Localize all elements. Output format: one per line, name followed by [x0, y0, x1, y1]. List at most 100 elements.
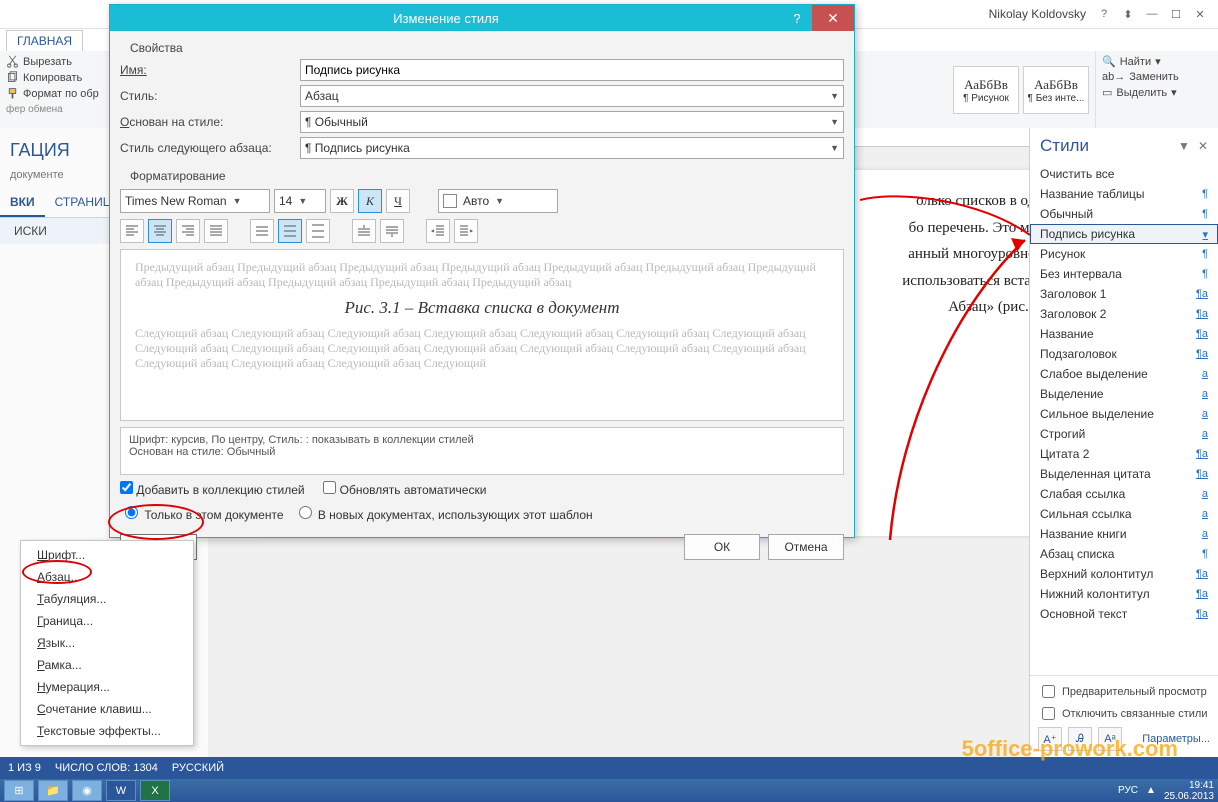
excel-icon[interactable]: X — [140, 780, 170, 801]
ctx-border[interactable]: Граница... — [21, 610, 193, 632]
ctx-numbering[interactable]: Нумерация... — [21, 676, 193, 698]
style-row[interactable]: Заголовок 2¶a — [1030, 304, 1218, 324]
explorer-icon[interactable]: 📁 — [38, 780, 68, 801]
minimize-icon[interactable]: — — [1140, 5, 1164, 23]
next-style-select[interactable]: ¶ Подпись рисунка▼ — [300, 137, 844, 159]
cut-button[interactable]: Вырезать — [6, 55, 114, 68]
dialog-titlebar[interactable]: Изменение стиля ? ✕ — [110, 5, 854, 31]
indent-right-button[interactable] — [454, 219, 478, 243]
italic-button[interactable]: К — [358, 189, 382, 213]
replace-button[interactable]: ab→ Заменить — [1102, 71, 1212, 83]
dialog-close-icon[interactable]: ✕ — [812, 5, 854, 31]
word-window: Nikolay Koldovsky ? ⬍ — ☐ ✕ ГЛАВНАЯ Выре… — [0, 0, 1218, 802]
font-color-select[interactable]: Авто▼ — [438, 189, 558, 213]
disable-linked-checkbox[interactable]: Отключить связанные стили — [1038, 704, 1210, 723]
taskbar: ⊞ 📁 ◉ W X РУС ▲ 19:4125.06.2013 — [0, 779, 1218, 802]
style-row[interactable]: Обычный¶ — [1030, 204, 1218, 224]
tab-home[interactable]: ГЛАВНАЯ — [6, 30, 83, 51]
style-row[interactable]: Верхний колонтитул¶a — [1030, 564, 1218, 584]
ctx-font[interactable]: Шрифт... — [21, 544, 193, 566]
style-row[interactable]: Строгийa — [1030, 424, 1218, 444]
ctx-language[interactable]: Язык... — [21, 632, 193, 654]
ctx-tabs[interactable]: Табуляция... — [21, 588, 193, 610]
language-indicator[interactable]: РУССКИЙ — [172, 762, 224, 774]
editing-group: 🔍 Найти ▾ ab→ Заменить ▭ Выделить ▾ — [1095, 51, 1218, 129]
preview-checkbox[interactable]: Предварительный просмотр — [1038, 682, 1210, 701]
new-docs-radio[interactable]: В новых документах, использующих этот ша… — [294, 503, 593, 522]
only-this-doc-radio[interactable]: Только в этом документе — [120, 503, 284, 522]
bold-button[interactable]: Ж — [330, 189, 354, 213]
indent-left-button[interactable] — [426, 219, 450, 243]
style-row[interactable]: Основной текст¶a — [1030, 604, 1218, 624]
cancel-button[interactable]: Отмена — [768, 534, 844, 560]
style-box-2[interactable]: АаБбВв¶ Без инте... — [1023, 66, 1089, 114]
style-row[interactable]: Название книгиa — [1030, 524, 1218, 544]
style-row[interactable]: Сильная ссылкаa — [1030, 504, 1218, 524]
styles-dropdown-icon[interactable]: ▼ — [1178, 139, 1190, 153]
nav-tab-headings[interactable]: ВКИ — [0, 189, 45, 217]
style-row[interactable]: Выделениеa — [1030, 384, 1218, 404]
styles-close-icon[interactable]: ✕ — [1198, 139, 1208, 153]
based-on-select[interactable]: ¶ Обычный▼ — [300, 111, 844, 133]
spacing-1-button[interactable] — [250, 219, 274, 243]
spacing-3-button[interactable] — [306, 219, 330, 243]
style-row[interactable]: Абзац списка¶ — [1030, 544, 1218, 564]
style-box-1[interactable]: АаБбВв¶ Рисунок — [953, 66, 1019, 114]
name-input[interactable] — [300, 59, 844, 81]
ctx-frame[interactable]: Рамка... — [21, 654, 193, 676]
word-count[interactable]: ЧИСЛО СЛОВ: 1304 — [55, 762, 158, 774]
align-justify-button[interactable] — [204, 219, 228, 243]
align-center-button[interactable] — [148, 219, 172, 243]
ctx-paragraph[interactable]: Абзац... — [21, 566, 193, 588]
styles-pane: Стили ▼✕ Очистить всеНазвание таблицы¶Об… — [1029, 128, 1218, 757]
spacing-2-button[interactable] — [278, 219, 302, 243]
style-row[interactable]: Название таблицы¶ — [1030, 184, 1218, 204]
style-row[interactable]: Без интервала¶ — [1030, 264, 1218, 284]
align-left-button[interactable] — [120, 219, 144, 243]
dialog-help-icon[interactable]: ? — [782, 11, 812, 26]
style-gallery[interactable]: АаБбВв¶ Рисунок АаБбВв¶ Без инте... — [947, 51, 1095, 129]
system-tray[interactable]: РУС ▲ 19:4125.06.2013 — [1118, 780, 1214, 802]
align-right-button[interactable] — [176, 219, 200, 243]
properties-label: Свойства — [120, 35, 844, 55]
select-button[interactable]: ▭ Выделить ▾ — [1102, 86, 1212, 99]
font-size-select[interactable]: 14▼ — [274, 189, 326, 213]
maximize-icon[interactable]: ☐ — [1164, 5, 1188, 23]
style-row[interactable]: Слабое выделениеa — [1030, 364, 1218, 384]
add-to-gallery-checkbox[interactable]: Добавить в коллекцию стилей — [120, 481, 305, 497]
ribbon-toggle-icon[interactable]: ⬍ — [1116, 5, 1140, 23]
auto-update-checkbox[interactable]: Обновлять автоматически — [323, 481, 486, 497]
copy-button[interactable]: Копировать — [6, 71, 114, 84]
style-row[interactable]: Подпись рисунка▾ — [1030, 224, 1218, 244]
style-row[interactable]: Заголовок 1¶a — [1030, 284, 1218, 304]
ok-button[interactable]: ОК — [684, 534, 760, 560]
dialog-title: Изменение стиля — [110, 11, 782, 26]
start-button[interactable]: ⊞ — [4, 780, 34, 801]
close-icon[interactable]: ✕ — [1188, 5, 1212, 23]
page-indicator[interactable]: 1 ИЗ 9 — [8, 762, 41, 774]
space-before-button[interactable] — [352, 219, 376, 243]
find-button[interactable]: 🔍 Найти ▾ — [1102, 55, 1212, 68]
style-row[interactable]: Сильное выделениеa — [1030, 404, 1218, 424]
style-row[interactable]: Слабая ссылкаa — [1030, 484, 1218, 504]
style-row[interactable]: Нижний колонтитул¶a — [1030, 584, 1218, 604]
styles-list[interactable]: Очистить всеНазвание таблицы¶Обычный¶Под… — [1030, 164, 1218, 675]
style-type-select[interactable]: Абзац▼ — [300, 85, 844, 107]
style-row[interactable]: Выделенная цитата¶a — [1030, 464, 1218, 484]
word-icon[interactable]: W — [106, 780, 136, 801]
ctx-text-effects[interactable]: Текстовые эффекты... — [21, 720, 193, 742]
space-after-button[interactable] — [380, 219, 404, 243]
style-row[interactable]: Рисунок¶ — [1030, 244, 1218, 264]
underline-button[interactable]: Ч — [386, 189, 410, 213]
style-row[interactable]: Название¶a — [1030, 324, 1218, 344]
ctx-shortcut[interactable]: Сочетание клавиш... — [21, 698, 193, 720]
format-painter-button[interactable]: Формат по обр — [6, 87, 114, 100]
name-label: Имя: — [120, 63, 300, 77]
help-icon[interactable]: ? — [1092, 5, 1116, 23]
style-row[interactable]: Очистить все — [1030, 164, 1218, 184]
style-row[interactable]: Цитата 2¶a — [1030, 444, 1218, 464]
clipboard-group: Вырезать Копировать Формат по обр фер об… — [0, 51, 121, 129]
chrome-icon[interactable]: ◉ — [72, 780, 102, 801]
style-row[interactable]: Подзаголовок¶a — [1030, 344, 1218, 364]
font-select[interactable]: Times New Roman▼ — [120, 189, 270, 213]
